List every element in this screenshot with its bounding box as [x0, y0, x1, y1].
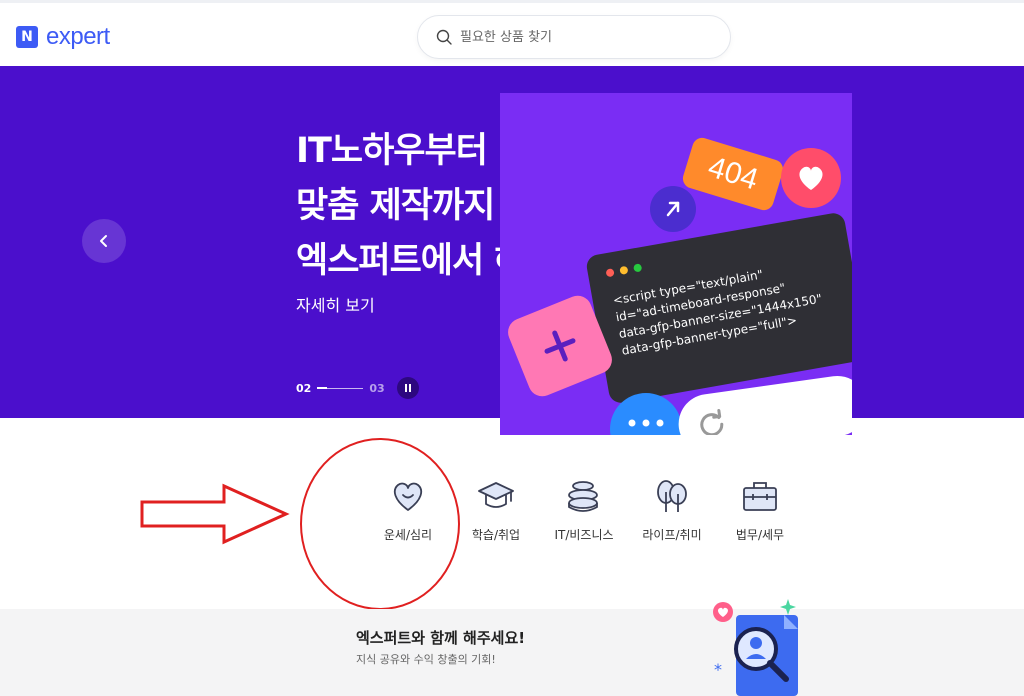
annotation-arrow — [140, 483, 290, 545]
expert-recruit-banner[interactable]: 엑스퍼트와 함께 해주세요! 지식 공유와 수익 창출의 기회! * — [0, 599, 1024, 696]
category-study[interactable]: 학습/취업 — [455, 476, 537, 543]
banner-prev-button[interactable] — [82, 219, 126, 263]
pause-icon — [404, 384, 411, 392]
trees-icon — [652, 476, 692, 516]
coins-stack-icon — [564, 476, 604, 516]
search-icon — [436, 29, 452, 45]
svg-text:*: * — [714, 660, 722, 679]
pager-progress-line — [317, 386, 364, 389]
pager-current: 02 — [296, 381, 312, 395]
category-label: 법무/세무 — [735, 528, 785, 542]
error-404-tag: 404 — [680, 135, 786, 213]
search-input[interactable] — [460, 29, 700, 45]
banner-detail-link[interactable]: 자세히 보기 — [296, 292, 375, 316]
banner-pager: 02 03 — [296, 377, 419, 399]
graduation-cap-icon — [476, 476, 516, 516]
annotation-circle — [300, 438, 460, 610]
category-label: 라이프/취미 — [642, 528, 702, 542]
category-it-business[interactable]: IT/비즈니스 — [543, 476, 625, 543]
logo-text: expert — [46, 23, 110, 50]
category-label: 학습/취업 — [471, 528, 521, 542]
heart-icon — [781, 148, 841, 208]
hero-banner: IT노하우부터 맞춤 제작까지 엑스퍼트에서 해결! 자세히 보기 02 03 … — [0, 66, 1024, 435]
category-life-hobby[interactable]: 라이프/취미 — [631, 476, 713, 543]
recruit-title: 엑스퍼트와 함께 해주세요! — [356, 629, 526, 647]
code-snippet-card: <script type="text/plain" id="ad-timeboa… — [584, 211, 852, 405]
banner-pause-button[interactable] — [396, 377, 419, 399]
magnifier-document-icon: * — [713, 599, 798, 696]
recruit-subtitle: 지식 공유와 수익 창출의 기회! — [356, 653, 496, 666]
search-bar[interactable] — [417, 15, 731, 59]
briefcase-icon — [740, 476, 780, 516]
category-law-tax[interactable]: 법무/세무 — [719, 476, 801, 543]
arrow-circle-icon — [650, 186, 696, 232]
chevron-left-icon — [100, 235, 107, 247]
chat-bubble-icon — [610, 393, 682, 435]
category-label: IT/비즈니스 — [554, 528, 614, 542]
naver-logo-mark: N — [16, 26, 38, 48]
expert-logo[interactable]: N expert — [16, 23, 110, 51]
refresh-icon — [700, 408, 724, 435]
banner-illustration: 404 <script type="text/plain" id="ad-tim… — [500, 93, 852, 435]
top-header: N expert — [0, 0, 1024, 66]
window-dots — [605, 263, 643, 278]
pager-total: 03 — [369, 381, 385, 395]
